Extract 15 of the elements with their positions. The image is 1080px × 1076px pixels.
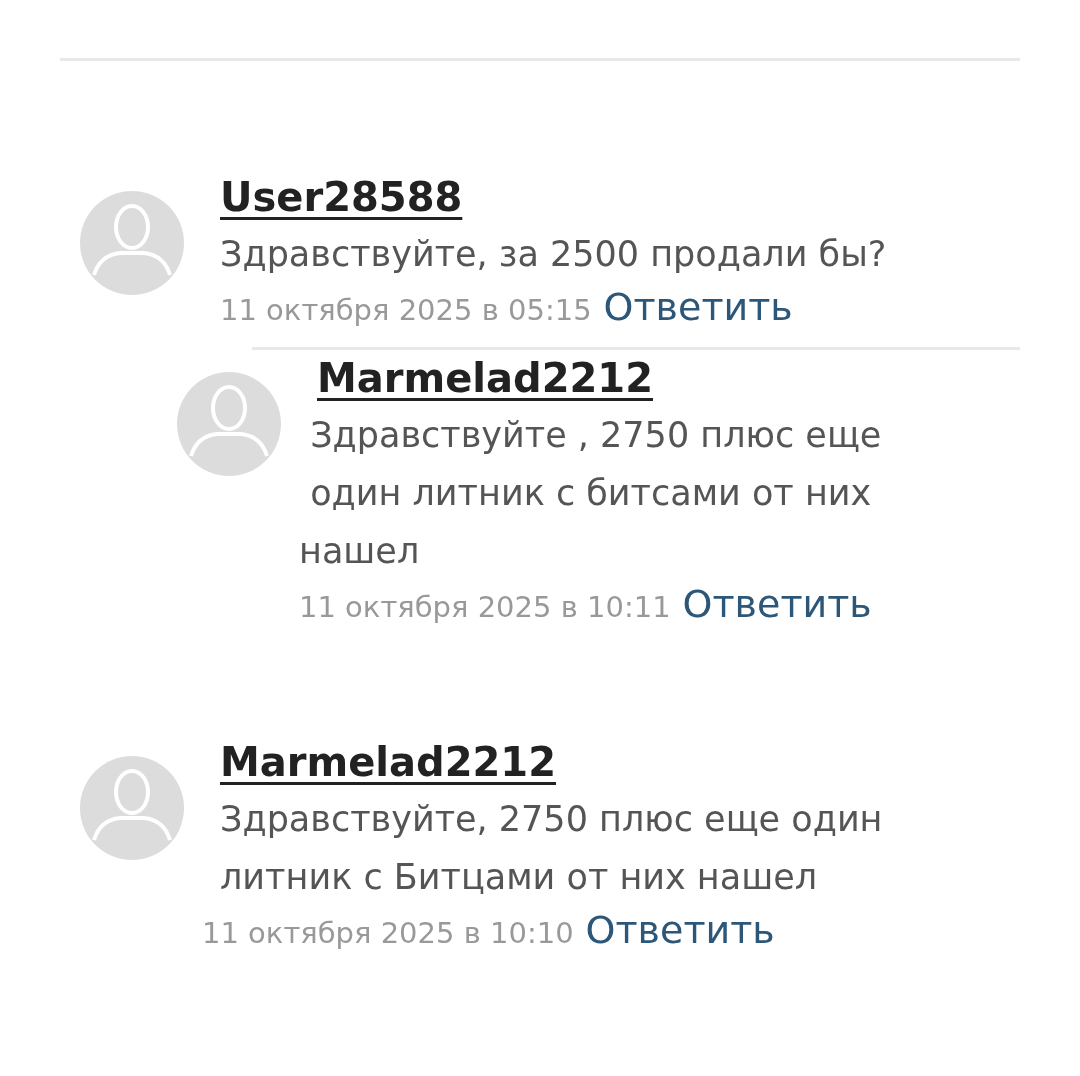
reply-link[interactable]: Ответить [603,285,793,329]
comment-date: 11 октября 2025 в 05:15 [220,293,592,327]
comment-text: Здравствуйте , 2750 плюс еще один литник с битсами от них нашел [299,414,882,573]
comment-date: 11 октября 2025 в 10:10 [202,916,574,950]
reply-link[interactable]: Ответить [585,908,775,952]
comment-date: 11 октября 2025 в 10:11 [299,590,671,624]
username-link[interactable]: User28588 [220,169,463,225]
avatar-icon [80,756,184,860]
comment-text: Здравствуйте, 2750 плюс еще один литник с Битцами от них нашел [220,798,883,899]
avatar-icon [80,191,184,295]
username-link[interactable]: Marmelad2212 [220,734,556,790]
username-link[interactable]: Marmelad2212 [317,350,653,406]
comment-text: Здравствуйте, за 2500 продали бы? [220,233,887,276]
reply-link[interactable]: Ответить [682,582,872,626]
avatar-icon [177,372,281,476]
